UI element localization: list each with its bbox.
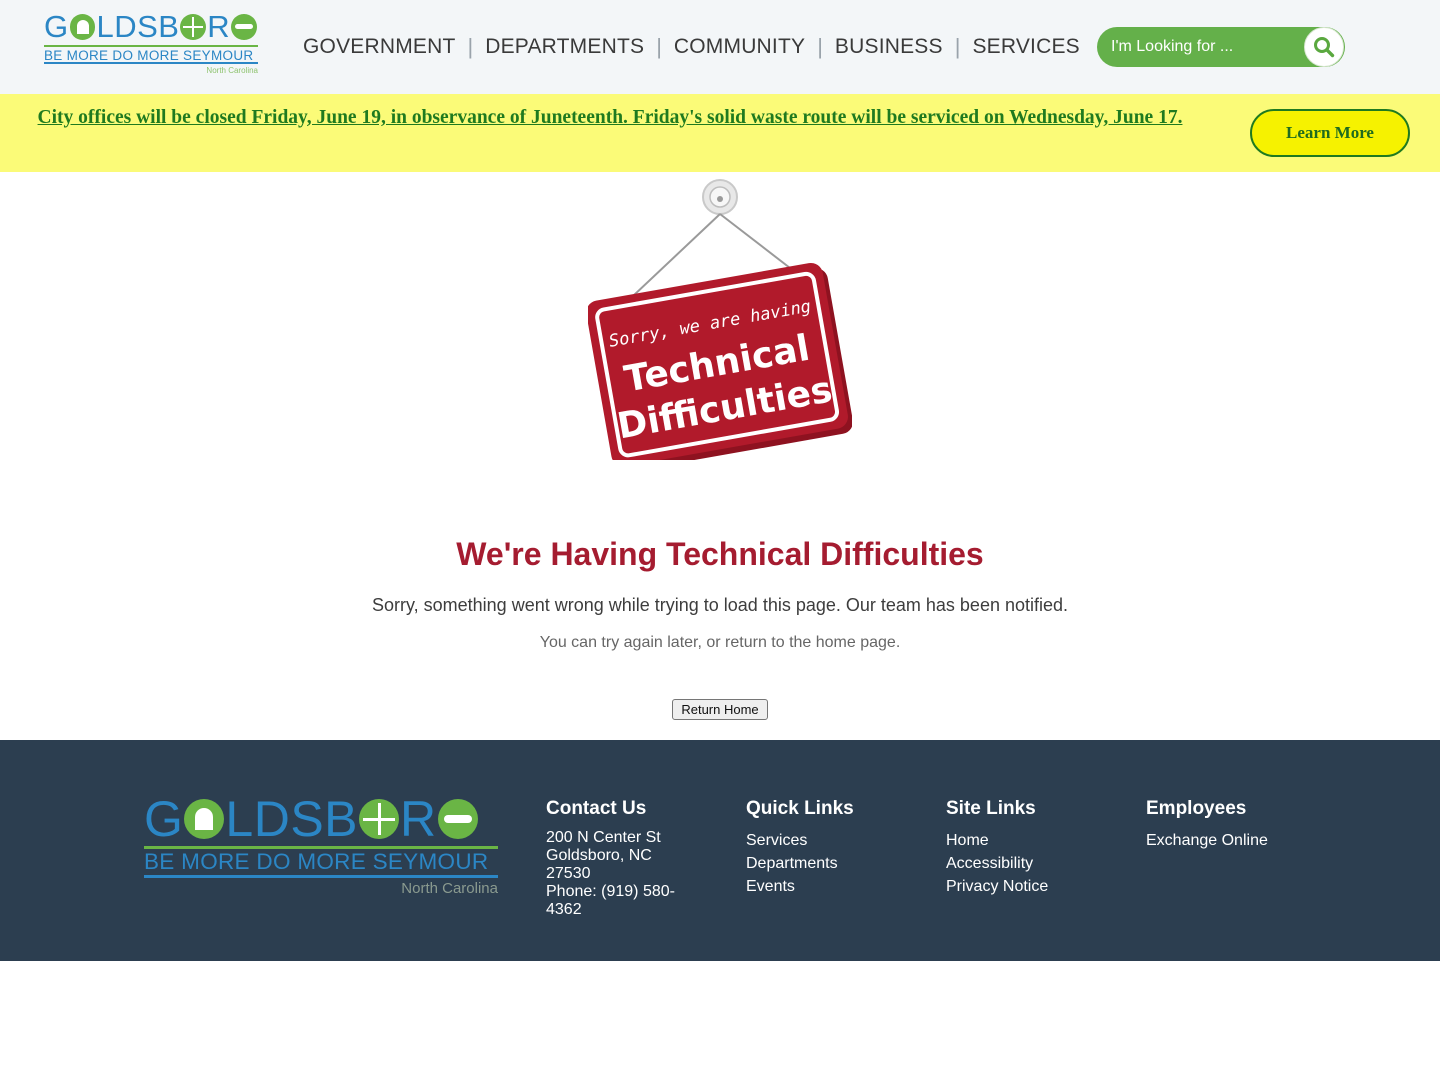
employees-heading: Employees xyxy=(1146,798,1247,819)
contact-phone[interactable]: Phone: (919) 580-4362 xyxy=(546,883,696,919)
site-footer: G LDSB R BE MORE DO MORE SEYMOUR North Car… xyxy=(0,740,1440,961)
learn-more-button[interactable]: Learn More xyxy=(1250,109,1410,157)
footer-link-privacy-notice[interactable]: Privacy Notice xyxy=(946,875,1116,898)
logo-letter-g: G xyxy=(144,791,184,847)
basketball-icon xyxy=(359,799,400,839)
footer-link-services[interactable]: Services xyxy=(746,829,916,852)
nav-business[interactable]: BUSINESS xyxy=(824,35,954,59)
footer-logo-state: North Carolina xyxy=(401,880,498,897)
logo-state: North Carolina xyxy=(206,66,258,75)
footer-site-links: Site Links Home Accessibility Privacy No… xyxy=(946,798,1116,898)
suction-cup-icon xyxy=(702,179,738,215)
city-hall-icon xyxy=(184,799,225,839)
logo-letter-g: G xyxy=(44,9,69,44)
goldsboro-logo[interactable]: G LDSB R BE MORE DO MORE SEYMOUR North Car… xyxy=(44,9,258,76)
footer-link-events[interactable]: Events xyxy=(746,875,916,898)
technical-difficulties-sign: Sorry, we are having Technical Difficult… xyxy=(588,179,852,460)
nav-divider: | xyxy=(656,34,662,59)
logo-letters-ldsb: LDSB xyxy=(96,9,180,44)
nav-community[interactable]: COMMUNITY xyxy=(663,35,816,59)
footer-contact: Contact Us 200 N Center St Goldsboro, NC… xyxy=(546,798,696,919)
logo-letter-r: R xyxy=(400,791,437,847)
nav-services[interactable]: SERVICES xyxy=(961,35,1090,59)
red-sign-board: Sorry, we are having Technical Difficult… xyxy=(588,262,852,460)
site-search xyxy=(1097,27,1345,67)
footer-link-accessibility[interactable]: Accessibility xyxy=(946,852,1116,875)
footer-logo-tagline: BE MORE DO MORE SEYMOUR xyxy=(144,846,498,878)
jet-icon xyxy=(231,14,257,40)
main-nav: GOVERNMENT | DEPARTMENTS | COMMUNITY | B… xyxy=(292,30,1091,64)
footer-employees: Employees Exchange Online xyxy=(1146,798,1316,852)
city-hall-icon xyxy=(69,14,96,40)
search-button[interactable] xyxy=(1304,27,1344,67)
alert-message-link[interactable]: City offices will be closed Friday, June… xyxy=(24,107,1196,128)
error-hint: You can try again later, or return to th… xyxy=(539,634,901,651)
page-title: We're Having Technical Difficulties xyxy=(456,536,984,572)
contact-heading: Contact Us xyxy=(546,798,647,819)
logo-tagline: BE MORE DO MORE SEYMOUR xyxy=(44,45,258,64)
nav-divider: | xyxy=(817,34,823,59)
nav-government[interactable]: GOVERNMENT xyxy=(292,35,467,59)
nav-divider: | xyxy=(467,34,474,59)
footer-quick-links: Quick Links Services Departments Events xyxy=(746,798,916,898)
site-header: G LDSB R BE MORE DO MORE SEYMOUR North Car… xyxy=(0,0,1440,94)
jet-icon xyxy=(437,799,478,839)
logo-letter-r: R xyxy=(207,9,231,44)
alert-banner: City offices will be closed Friday, June… xyxy=(0,94,1440,172)
search-icon xyxy=(1314,37,1335,58)
quick-links-heading: Quick Links xyxy=(746,798,854,819)
site-links-heading: Site Links xyxy=(946,798,1036,819)
footer-logo[interactable]: G LDSB R BE MORE DO MORE SEYMOUR North Car… xyxy=(144,791,498,900)
footer-link-exchange-online[interactable]: Exchange Online xyxy=(1146,829,1316,852)
footer-link-home[interactable]: Home xyxy=(946,829,1116,852)
basketball-icon xyxy=(180,14,207,40)
contact-city: Goldsboro, NC xyxy=(546,847,652,864)
logo-wordmark: G LDSB R xyxy=(44,9,258,44)
return-home-button[interactable]: Return Home xyxy=(672,699,768,720)
error-message: Sorry, something went wrong while trying… xyxy=(371,595,1069,615)
contact-zip: 27530 xyxy=(546,865,591,882)
logo-letters-ldsb: LDSB xyxy=(225,791,359,847)
nav-departments[interactable]: DEPARTMENTS xyxy=(474,35,655,59)
footer-logo-wordmark: G LDSB R xyxy=(144,791,498,847)
footer-link-departments[interactable]: Departments xyxy=(746,852,916,875)
contact-street: 200 N Center St xyxy=(546,829,661,846)
nav-divider: | xyxy=(954,34,961,59)
search-input[interactable] xyxy=(1111,35,1291,59)
